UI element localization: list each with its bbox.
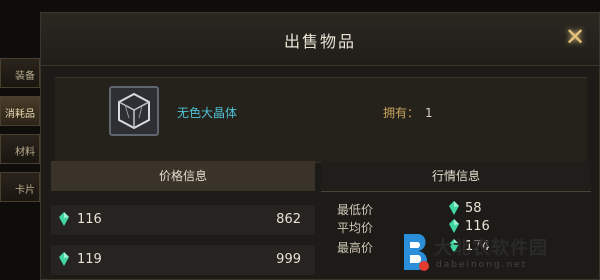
close-x-icon[interactable]: ✕	[563, 25, 587, 49]
quantity-value: 862	[276, 212, 301, 227]
price-value: 119	[77, 252, 102, 267]
side-tab-label: 消耗品	[5, 109, 35, 120]
market-label: 最低价	[337, 203, 374, 217]
price-row[interactable]: 119 999	[51, 245, 315, 275]
side-tab-label: 装备	[15, 71, 35, 82]
market-info-header: 行情信息	[321, 161, 591, 192]
owned-value: 1	[425, 106, 433, 120]
owned-count: 拥有： 1	[383, 104, 433, 121]
quantity-value: 999	[276, 252, 301, 267]
price-info-header: 价格信息	[51, 161, 315, 191]
side-tab-cards[interactable]: 卡片	[0, 172, 40, 202]
watermark-logo-icon	[404, 234, 429, 271]
item-panel: 无色大晶体 拥有： 1	[55, 77, 587, 163]
gem-icon	[449, 201, 459, 215]
watermark-url: dabeinong.net	[436, 260, 528, 270]
price-row[interactable]: 116 862	[51, 205, 315, 235]
item-name: 无色大晶体	[177, 106, 238, 120]
watermark: 大北农软件园 dabeinong.net	[398, 226, 598, 278]
crystal-cube-icon	[109, 86, 159, 136]
dialog-title-bar: 出售物品 ✕	[41, 13, 599, 66]
side-tab-consumables[interactable]: 消耗品	[0, 96, 40, 126]
dialog-title: 出售物品	[283, 32, 356, 51]
gem-icon	[59, 252, 69, 266]
market-row-min: 最低价 58	[337, 201, 557, 217]
gem-icon	[59, 212, 69, 226]
market-label: 最高价	[337, 241, 374, 255]
market-label: 平均价	[337, 221, 374, 235]
side-tab-label: 卡片	[15, 185, 35, 196]
side-tab-label: 材料	[15, 147, 35, 158]
watermark-text: 大北农软件园	[434, 238, 548, 259]
price-value: 116	[77, 212, 102, 227]
side-tab-materials[interactable]: 材料	[0, 134, 40, 164]
side-tab-equipment[interactable]: 装备	[0, 58, 40, 88]
owned-label: 拥有：	[383, 106, 420, 120]
market-value: 58	[465, 201, 482, 216]
